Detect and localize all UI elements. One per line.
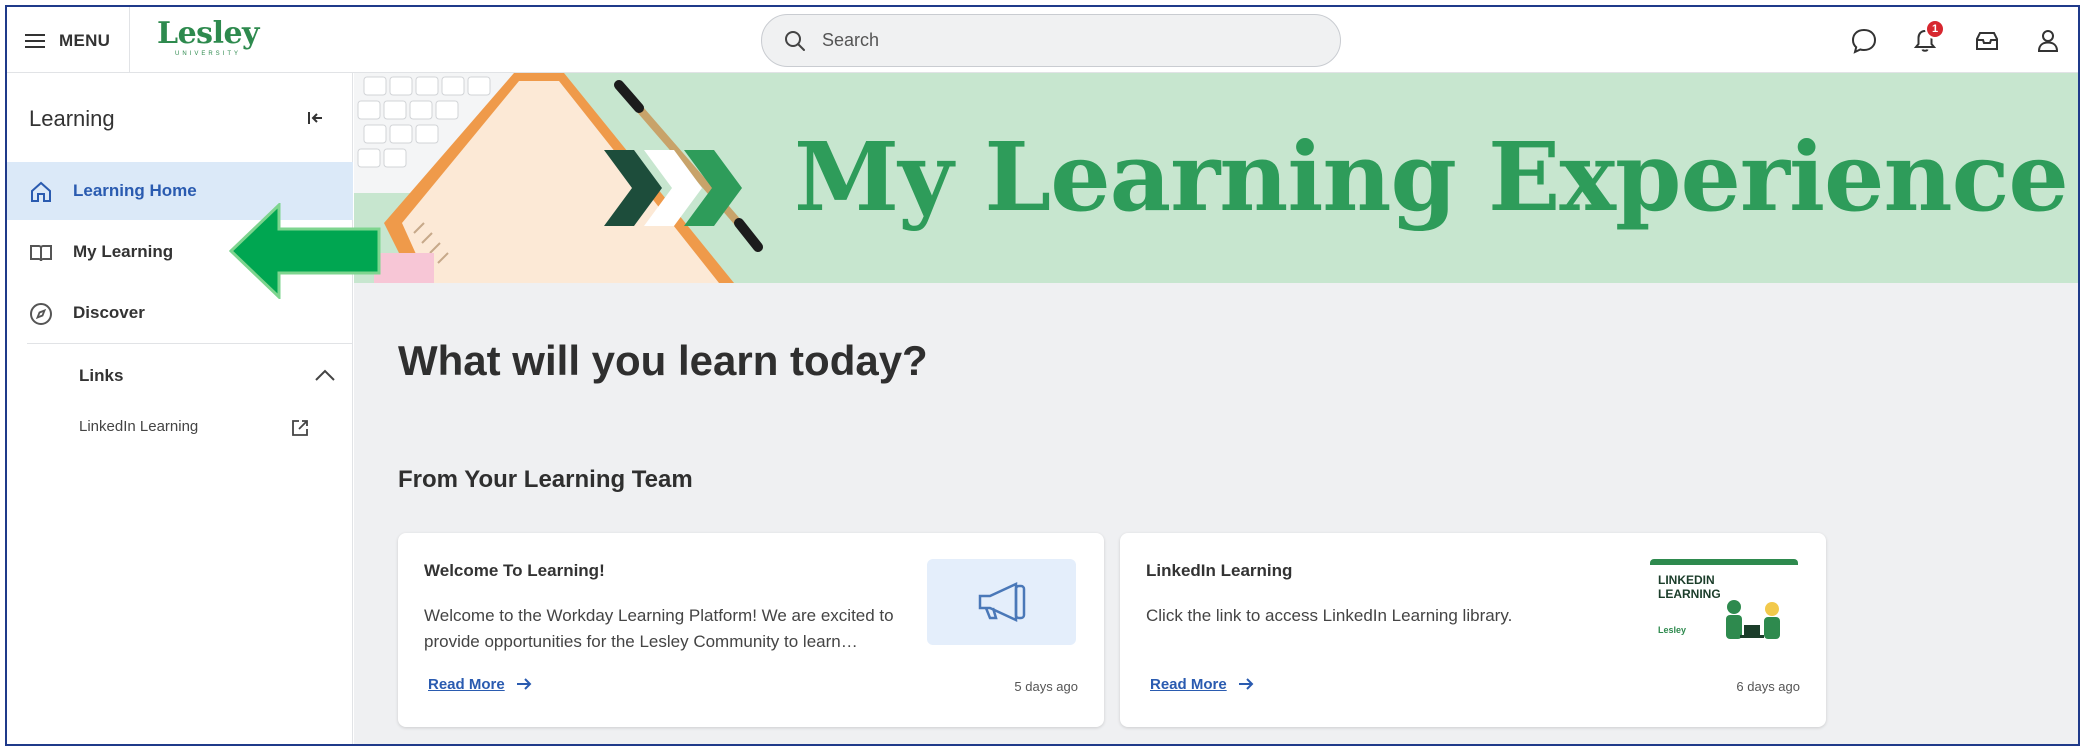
menu-label: MENU (59, 31, 111, 50)
hero-banner: My Learning Experience (354, 73, 2078, 283)
compass-icon (30, 303, 52, 325)
search-input[interactable]: Search (761, 14, 1341, 67)
links-heading: Links (79, 366, 124, 385)
card-title: LinkedIn Learning (1146, 561, 1293, 580)
card-timestamp: 6 days ago (1736, 679, 1800, 694)
sidebar-item-label: Learning Home (73, 181, 197, 200)
people-illustration (1726, 600, 1780, 639)
arrow-right-icon (516, 678, 532, 690)
read-more-label: Read More (1150, 675, 1227, 693)
link-linkedin-learning[interactable]: LinkedIn Learning (79, 418, 198, 435)
thumbnail-logo: Lesley (1658, 625, 1687, 635)
menu-icon (25, 34, 45, 48)
collapse-sidebar-icon[interactable] (305, 108, 325, 128)
top-bar: MENU Lesley UNIVERSITY Search 1 (7, 7, 2078, 73)
sidebar-divider (27, 343, 353, 344)
card-thumbnail (927, 559, 1076, 645)
user-icon[interactable] (2034, 27, 2062, 55)
section-title: From Your Learning Team (398, 466, 693, 493)
search-icon (785, 30, 805, 51)
external-link-icon[interactable] (291, 419, 309, 437)
main-content: My Learning Experience What will you lea… (354, 73, 2078, 744)
menu-divider (129, 7, 130, 73)
chevron-up-icon[interactable] (313, 363, 337, 387)
page-title: What will you learn today? (398, 337, 928, 384)
chevrons-graphic (604, 150, 742, 226)
logo-subtext: UNIVERSITY (174, 51, 241, 57)
app-window: MENU Lesley UNIVERSITY Search 1 Learning (5, 5, 2080, 746)
sidebar-title: Learning (29, 106, 115, 131)
sidebar-item-label: Discover (73, 303, 145, 322)
annotation-arrow-icon (229, 203, 381, 299)
banner-title: My Learning Experience (794, 122, 2069, 233)
read-more-label: Read More (428, 675, 505, 693)
card-title: Welcome To Learning! (424, 561, 605, 580)
home-icon (31, 181, 51, 202)
sidebar-item-label: My Learning (73, 242, 174, 261)
card-thumbnail: LINKEDIN LEARNING Lesley (1650, 559, 1798, 645)
menu-button[interactable]: MENU (25, 27, 110, 55)
lesley-logo[interactable]: Lesley UNIVERSITY (157, 16, 260, 58)
announcement-card-welcome[interactable]: Welcome To Learning! Welcome to the Work… (398, 533, 1104, 727)
chat-icon[interactable] (1850, 27, 1878, 55)
arrow-right-icon (1238, 678, 1254, 690)
card-body: Click the link to access LinkedIn Learni… (1146, 606, 1513, 625)
sidebar: Learning Learning Home My Learning Disco… (7, 73, 353, 744)
search-placeholder: Search (822, 30, 880, 50)
read-more-link[interactable]: Read More (428, 675, 533, 693)
card-timestamp: 5 days ago (1014, 679, 1078, 694)
announcement-card-linkedin[interactable]: LinkedIn Learning Click the link to acce… (1120, 533, 1826, 727)
card-body: Welcome to the Workday Learning Platform… (424, 606, 894, 651)
inbox-icon[interactable] (1973, 27, 2001, 55)
notifications-button[interactable]: 1 (1911, 19, 1945, 55)
read-more-link[interactable]: Read More (1150, 675, 1255, 693)
megaphone-icon (978, 582, 1025, 622)
notification-badge: 1 (1925, 19, 1945, 39)
book-icon (30, 245, 52, 262)
logo-text: Lesley (157, 16, 260, 51)
